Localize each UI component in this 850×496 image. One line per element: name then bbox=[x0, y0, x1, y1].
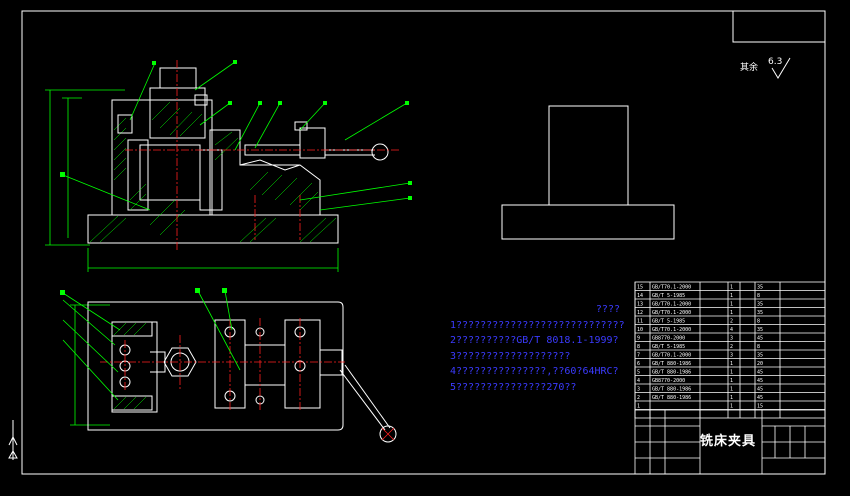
bom-cell: GB/T70.1-2000 bbox=[652, 302, 691, 308]
bom-cell: 8 bbox=[757, 344, 760, 350]
bom-cell: 20 bbox=[757, 361, 763, 367]
bom-cell: 45 bbox=[757, 378, 763, 384]
bom-cell: GB/T 5-1985 bbox=[652, 344, 685, 350]
note-line-1: 1???????????????????????????? bbox=[450, 319, 625, 331]
bom-cell: 8 bbox=[757, 293, 760, 299]
note-line-2: 2??????????GB/T 8018.1-1999? bbox=[450, 335, 619, 346]
bom-cell: 15 bbox=[757, 404, 763, 410]
bom-cell: 1 bbox=[730, 293, 733, 299]
bom-cell: 3 bbox=[730, 336, 733, 342]
bom-cell: 35 bbox=[757, 302, 763, 308]
bom-cell: 35 bbox=[757, 327, 763, 333]
bom-cell: 45 bbox=[757, 395, 763, 401]
bom-cell: 1 bbox=[730, 370, 733, 376]
bom-cell: 45 bbox=[757, 387, 763, 393]
bom-cell: 6 bbox=[637, 361, 640, 367]
bom-cell: 5 bbox=[637, 370, 640, 376]
bom-cell: GB/T 5-1985 bbox=[652, 319, 685, 325]
bom-cell: 2 bbox=[730, 319, 733, 325]
bom-cell: 4 bbox=[730, 327, 733, 333]
bom-cell: 35 bbox=[757, 353, 763, 359]
bom-cell: GB/T 880-1986 bbox=[652, 361, 691, 367]
bom-cell: GB/T70.1-2000 bbox=[652, 327, 691, 333]
drawing-title: 铣床夹具 bbox=[700, 434, 757, 449]
bom-cell: 1 bbox=[730, 285, 733, 291]
base-hatch bbox=[89, 215, 337, 243]
roughness-label: 其余 bbox=[740, 63, 759, 73]
ucs-icon bbox=[8, 420, 18, 460]
bom-cell: 35 bbox=[757, 285, 763, 291]
bom-cell: GB/T 5-1985 bbox=[652, 293, 685, 299]
bom-cell: GB/T 880-1986 bbox=[652, 387, 691, 393]
note-line-5: 5???????????????270?? bbox=[450, 381, 577, 393]
bom-cell: 10 bbox=[637, 327, 643, 333]
bom-cell: GB/T 880-1986 bbox=[652, 370, 691, 376]
bom-cell: 15 bbox=[637, 285, 643, 291]
roughness-value: 6.3 bbox=[768, 57, 783, 67]
side-view bbox=[501, 105, 675, 240]
bom-cell: GB8770-2000 bbox=[652, 336, 685, 342]
bom-table: 15 GB/T70.1-2000 1 3514 GB/T 5-1985 1 813 GB/T7… bbox=[634, 281, 826, 419]
top-balloons bbox=[60, 288, 227, 295]
bom-cell: 1 bbox=[730, 302, 733, 308]
note-line-3: 3??????????????????? bbox=[450, 350, 571, 362]
bom-cell: 8 bbox=[637, 344, 640, 350]
bom-cell: 9 bbox=[637, 336, 640, 342]
technical-notes: ???? 1???????????????????????????? 2????… bbox=[450, 302, 625, 395]
bom-cell: 35 bbox=[757, 310, 763, 316]
bom-cell: 45 bbox=[757, 336, 763, 342]
bom-cell: 12 bbox=[637, 310, 643, 316]
bom-cell: 2 bbox=[730, 344, 733, 350]
bom-cell: 2 bbox=[637, 395, 640, 401]
bom-cell: GB/T70.1-2000 bbox=[652, 353, 691, 359]
bom-cell: 1 bbox=[730, 361, 733, 367]
front-leaders bbox=[62, 61, 411, 211]
bom-cell: 13 bbox=[637, 302, 643, 308]
bom-cell: 4 bbox=[637, 378, 640, 384]
front-view bbox=[45, 60, 412, 272]
corner-box bbox=[732, 10, 826, 43]
bom-cell: GB/T70.1-2000 bbox=[652, 285, 691, 291]
bom-cell: 14 bbox=[637, 293, 643, 299]
bom-cell: 3 bbox=[730, 353, 733, 359]
top-view bbox=[60, 288, 397, 443]
bom-cell: GB8770-2000 bbox=[652, 378, 685, 384]
bom-cell: 1 bbox=[730, 387, 733, 393]
bom-cell: 45 bbox=[757, 370, 763, 376]
bom-cell: 1 bbox=[730, 395, 733, 401]
bom-cell: 1 bbox=[637, 404, 640, 410]
note-line-4: 4???????????????,??60?64HRC? bbox=[450, 366, 619, 377]
bom-cell: GB/T70.1-2000 bbox=[652, 310, 691, 316]
bom-cell: 1 bbox=[730, 310, 733, 316]
bom-cell: GB/T 880-1986 bbox=[652, 395, 691, 401]
bom-cell: 11 bbox=[637, 319, 643, 325]
clamp-hatch bbox=[214, 131, 319, 211]
bom-cell: 8 bbox=[757, 319, 760, 325]
bom-cell: 3 bbox=[637, 387, 640, 393]
bom-cell: 1 bbox=[730, 404, 733, 410]
bom-cell: 1 bbox=[730, 378, 733, 384]
notes-heading: ???? bbox=[595, 304, 620, 315]
bom-cell: 7 bbox=[637, 353, 640, 359]
cad-drawing-canvas: 15 GB/T70.1-2000 1 3514 GB/T 5-1985 1 813 GB/T7… bbox=[8, 10, 826, 475]
top-leaders bbox=[62, 290, 241, 401]
